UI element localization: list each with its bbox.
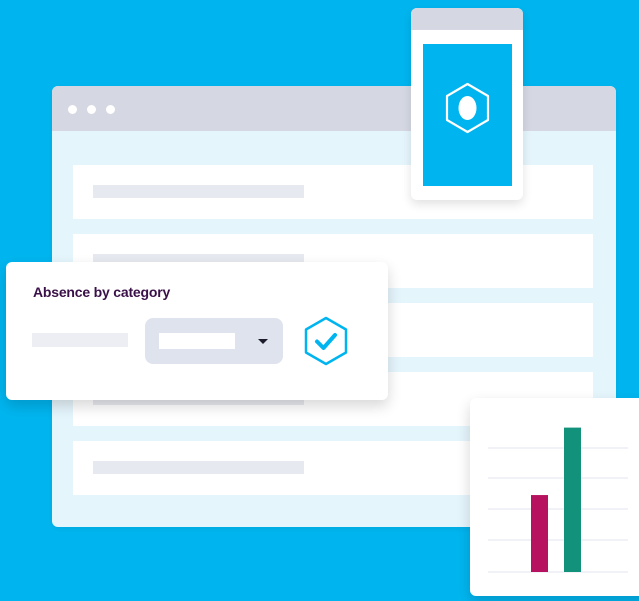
chart-card: [470, 398, 639, 596]
card-title: Absence by category: [33, 284, 171, 300]
category-dropdown[interactable]: [145, 318, 283, 364]
phone-screen: [423, 44, 512, 186]
chart-bar: [531, 495, 548, 572]
browser-title-bar: [52, 86, 616, 131]
phone-status-bar: [411, 8, 523, 30]
phone-mockup: [411, 8, 523, 200]
filter-label-placeholder: [32, 333, 128, 347]
placeholder-line: [93, 185, 304, 198]
hexagon-badge-icon: [445, 82, 490, 134]
window-dot-icon: [87, 105, 96, 114]
window-dot-icon: [68, 105, 77, 114]
chart-bar: [564, 427, 581, 572]
absence-card: Absence by category: [6, 262, 388, 400]
caret-down-icon: [258, 339, 268, 344]
bar-chart: [488, 427, 628, 573]
placeholder-line: [93, 461, 304, 474]
dropdown-value: [159, 333, 235, 349]
window-dot-icon: [106, 105, 115, 114]
hexagon-check-icon[interactable]: [302, 315, 350, 367]
